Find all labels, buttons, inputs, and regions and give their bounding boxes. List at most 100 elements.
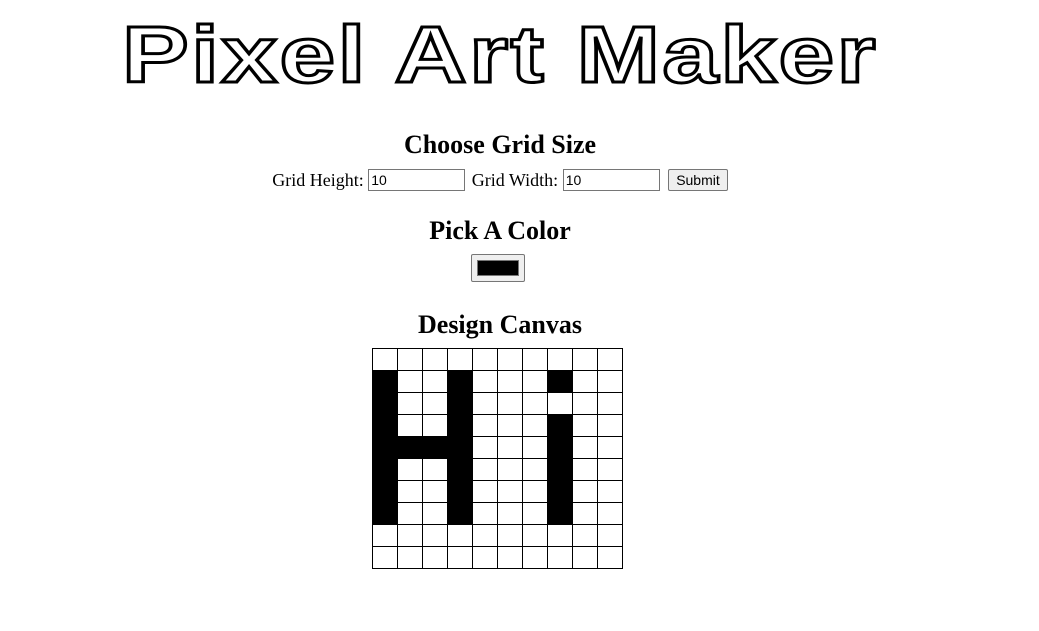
pixel-cell[interactable]	[447, 480, 473, 503]
pixel-cell[interactable]	[372, 524, 398, 547]
pixel-cell[interactable]	[447, 546, 473, 569]
pixel-cell[interactable]	[472, 480, 498, 503]
pixel-cell[interactable]	[372, 436, 398, 459]
pixel-cell[interactable]	[547, 480, 573, 503]
pixel-cell[interactable]	[522, 370, 548, 393]
pixel-cell[interactable]	[547, 436, 573, 459]
pixel-cell[interactable]	[447, 414, 473, 437]
pixel-cell[interactable]	[447, 370, 473, 393]
pixel-cell[interactable]	[572, 458, 598, 481]
pixel-cell[interactable]	[497, 458, 523, 481]
pixel-cell[interactable]	[522, 414, 548, 437]
pixel-cell[interactable]	[422, 502, 448, 525]
pixel-cell[interactable]	[572, 392, 598, 415]
pixel-cell[interactable]	[522, 524, 548, 547]
pixel-cell[interactable]	[522, 546, 548, 569]
submit-button[interactable]: Submit	[668, 168, 728, 191]
pixel-cell[interactable]	[497, 436, 523, 459]
pixel-cell[interactable]	[372, 414, 398, 437]
pixel-cell[interactable]	[372, 546, 398, 569]
pixel-cell[interactable]	[522, 348, 548, 371]
color-picker[interactable]	[471, 254, 525, 282]
pixel-cell[interactable]	[397, 348, 423, 371]
pixel-cell[interactable]	[497, 546, 523, 569]
pixel-cell[interactable]	[497, 348, 523, 371]
pixel-cell[interactable]	[397, 414, 423, 437]
pixel-cell[interactable]	[372, 392, 398, 415]
pixel-cell[interactable]	[497, 414, 523, 437]
pixel-cell[interactable]	[572, 370, 598, 393]
pixel-cell[interactable]	[522, 480, 548, 503]
pixel-cell[interactable]	[547, 458, 573, 481]
pixel-cell[interactable]	[572, 524, 598, 547]
pixel-cell[interactable]	[422, 524, 448, 547]
pixel-cell[interactable]	[422, 370, 448, 393]
pixel-cell[interactable]	[422, 458, 448, 481]
pixel-cell[interactable]	[572, 480, 598, 503]
pixel-cell[interactable]	[472, 458, 498, 481]
pixel-cell[interactable]	[422, 392, 448, 415]
pixel-cell[interactable]	[547, 348, 573, 371]
pixel-cell[interactable]	[547, 370, 573, 393]
pixel-cell[interactable]	[572, 414, 598, 437]
pixel-cell[interactable]	[547, 502, 573, 525]
pixel-cell[interactable]	[472, 370, 498, 393]
grid-width-input[interactable]	[562, 168, 660, 191]
pixel-cell[interactable]	[597, 414, 623, 437]
grid-height-input[interactable]	[368, 168, 466, 191]
pixel-cell[interactable]	[372, 370, 398, 393]
pixel-cell[interactable]	[522, 392, 548, 415]
pixel-cell[interactable]	[597, 502, 623, 525]
pixel-cell[interactable]	[472, 414, 498, 437]
pixel-cell[interactable]	[547, 524, 573, 547]
pixel-cell[interactable]	[597, 392, 623, 415]
pixel-cell[interactable]	[397, 546, 423, 569]
pixel-cell[interactable]	[572, 546, 598, 569]
pixel-cell[interactable]	[372, 458, 398, 481]
pixel-cell[interactable]	[372, 348, 398, 371]
pixel-cell[interactable]	[447, 348, 473, 371]
pixel-cell[interactable]	[522, 458, 548, 481]
pixel-cell[interactable]	[397, 524, 423, 547]
pixel-cell[interactable]	[472, 436, 498, 459]
pixel-cell[interactable]	[447, 458, 473, 481]
pixel-cell[interactable]	[547, 392, 573, 415]
pixel-cell[interactable]	[447, 436, 473, 459]
pixel-cell[interactable]	[422, 414, 448, 437]
pixel-cell[interactable]	[597, 348, 623, 371]
pixel-cell[interactable]	[397, 458, 423, 481]
pixel-cell[interactable]	[472, 392, 498, 415]
pixel-cell[interactable]	[597, 458, 623, 481]
pixel-cell[interactable]	[572, 348, 598, 371]
pixel-cell[interactable]	[497, 480, 523, 503]
pixel-cell[interactable]	[397, 370, 423, 393]
pixel-cell[interactable]	[447, 502, 473, 525]
pixel-cell[interactable]	[497, 392, 523, 415]
pixel-cell[interactable]	[547, 414, 573, 437]
pixel-cell[interactable]	[397, 480, 423, 503]
pixel-cell[interactable]	[397, 436, 423, 459]
pixel-cell[interactable]	[397, 502, 423, 525]
pixel-cell[interactable]	[497, 370, 523, 393]
pixel-cell[interactable]	[597, 524, 623, 547]
pixel-cell[interactable]	[472, 524, 498, 547]
pixel-cell[interactable]	[372, 502, 398, 525]
pixel-cell[interactable]	[497, 502, 523, 525]
pixel-cell[interactable]	[497, 524, 523, 547]
pixel-cell[interactable]	[547, 546, 573, 569]
pixel-cell[interactable]	[597, 436, 623, 459]
pixel-cell[interactable]	[597, 480, 623, 503]
pixel-cell[interactable]	[522, 502, 548, 525]
pixel-cell[interactable]	[422, 436, 448, 459]
pixel-cell[interactable]	[397, 392, 423, 415]
pixel-cell[interactable]	[522, 436, 548, 459]
pixel-cell[interactable]	[372, 480, 398, 503]
pixel-cell[interactable]	[422, 348, 448, 371]
pixel-cell[interactable]	[597, 370, 623, 393]
pixel-cell[interactable]	[422, 546, 448, 569]
pixel-cell[interactable]	[472, 348, 498, 371]
pixel-cell[interactable]	[572, 502, 598, 525]
pixel-cell[interactable]	[472, 502, 498, 525]
pixel-cell[interactable]	[597, 546, 623, 569]
pixel-cell[interactable]	[472, 546, 498, 569]
